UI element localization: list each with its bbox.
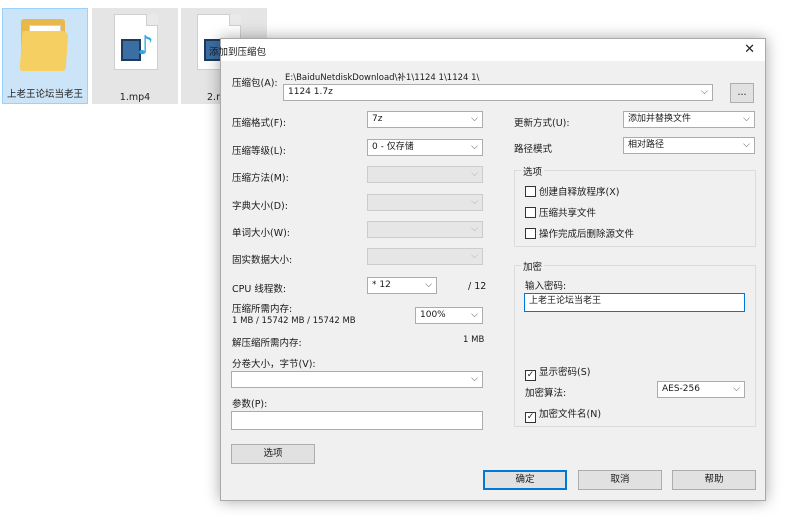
chevron-down-icon: ⌵ [743,114,750,124]
split-size-combo[interactable]: ⌵ [231,371,483,388]
chevron-down-icon: ⌵ [743,140,750,150]
encryption-group-title: 加密 [521,259,545,273]
delete-after-checkbox[interactable]: 操作完成后删除源文件 [525,226,634,240]
solid-size-label: 固实数据大小: [232,255,293,266]
cpu-threads-max: / 12 [468,281,487,292]
compress-memory-label: 压缩所需内存: [232,304,293,315]
path-mode-select[interactable]: 相对路径 ⌵ [623,137,755,154]
chevron-down-icon: ⌵ [701,87,708,97]
chevron-down-icon: ⌵ [471,224,478,234]
encryption-method-label: 加密算法: [525,388,567,399]
method-label: 压缩方法(M): [232,173,289,184]
update-mode-label: 更新方式(U): [514,118,570,129]
title-bar: 添加到压缩包 ✕ [209,39,765,61]
method-select[interactable]: ⌵ [367,166,483,183]
archive-name-combo[interactable]: 1124 1.7z ⌵ [283,84,713,101]
archive-path: E:\BaiduNetdiskDownload\补1\1124 1\1124 1… [285,73,480,83]
chevron-down-icon: ⌵ [425,280,432,290]
level-select[interactable]: 0 - 仅存储 ⌵ [367,139,483,156]
checkbox-box [525,228,536,239]
password-label: 输入密码: [525,281,567,292]
ok-button[interactable]: 确定 [483,470,567,490]
format-select[interactable]: 7z ⌵ [367,111,483,128]
dict-size-label: 字典大小(D): [232,201,288,212]
compress-memory-value: 1 MB / 15742 MB / 15742 MB [232,316,356,326]
shared-files-checkbox[interactable]: 压缩共享文件 [525,205,596,219]
password-input[interactable]: 上老王论坛当老王 [524,293,745,312]
split-size-label: 分卷大小，字节(V): [232,359,316,370]
chevron-down-icon: ⌵ [471,197,478,207]
chevron-down-icon: ⌵ [471,310,478,320]
options-button[interactable]: 选项 [231,444,315,464]
video-file-icon: ♪ [114,14,158,70]
encrypt-filenames-checkbox[interactable]: ✓ 加密文件名(N) [525,406,601,423]
chevron-down-icon: ⌵ [471,114,478,124]
desktop-icon-label: 1.mp4 [119,92,151,103]
desktop-icon-folder[interactable]: 上老王论坛当老王 [2,8,88,104]
close-icon[interactable]: ✕ [744,42,755,57]
word-size-select[interactable]: ⌵ [367,221,483,238]
update-mode-select[interactable]: 添加并替换文件 ⌵ [623,111,755,128]
params-label: 参数(P): [232,399,268,410]
encryption-method-select[interactable]: AES-256 ⌵ [657,381,745,398]
level-label: 压缩等级(L): [232,146,286,157]
checkbox-box [525,186,536,197]
cpu-threads-select[interactable]: * 12 ⌵ [367,277,437,294]
check-icon: ✓ [525,370,536,381]
check-icon: ✓ [525,412,536,423]
path-mode-label: 路径模式 [514,144,553,155]
sfx-checkbox[interactable]: 创建自释放程序(X) [525,184,619,198]
cpu-threads-label: CPU 线程数: [232,284,287,295]
solid-size-select[interactable]: ⌵ [367,248,483,265]
dialog-title: 添加到压缩包 [209,47,267,58]
archive-name-value: 1124 1.7z [288,87,333,97]
checkbox-box [525,207,536,218]
add-to-archive-dialog: 添加到压缩包 ✕ 压缩包(A): E:\BaiduNetdiskDownload… [209,38,766,501]
decompress-memory-label: 解压缩所需内存: [232,338,302,349]
show-password-checkbox[interactable]: ✓ 显示密码(S) [525,364,590,381]
chevron-down-icon: ⌵ [733,384,740,394]
chevron-down-icon: ⌵ [471,142,478,152]
word-size-label: 单词大小(W): [232,228,291,239]
chevron-down-icon: ⌵ [471,251,478,261]
options-group-title: 选项 [521,164,545,178]
params-input[interactable] [231,411,483,430]
desktop-icon-label: 上老王论坛当老王 [6,89,83,100]
format-label: 压缩格式(F): [232,118,287,129]
archive-label: 压缩包(A): [232,78,278,89]
browse-button[interactable]: ... [730,83,754,103]
chevron-down-icon: ⌵ [471,374,478,384]
memory-percent-select[interactable]: 100% ⌵ [415,307,483,324]
help-button[interactable]: 帮助 [672,470,756,490]
chevron-down-icon: ⌵ [471,169,478,179]
cancel-button[interactable]: 取消 [578,470,662,490]
decompress-memory-value: 1 MB [463,335,485,345]
dict-size-select[interactable]: ⌵ [367,194,483,211]
desktop-icon-mp4[interactable]: ♪ 1.mp4 [92,8,178,104]
